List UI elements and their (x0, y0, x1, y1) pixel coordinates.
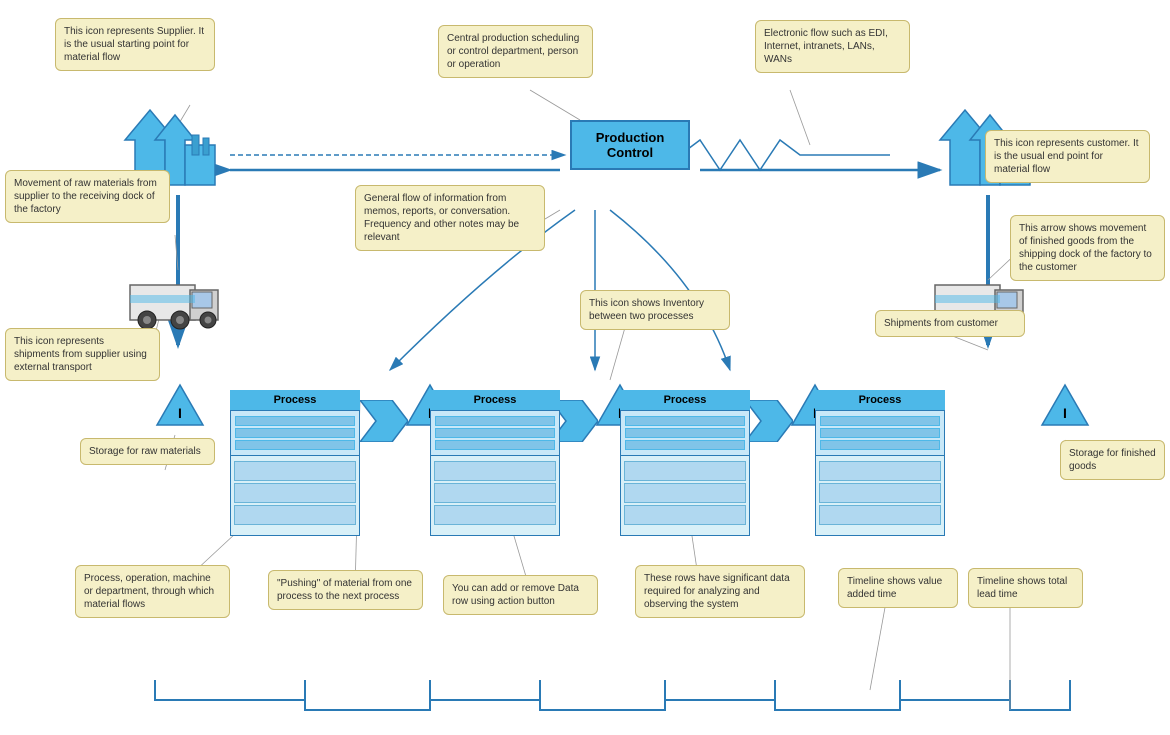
callout-shipments-customer: Shipments from customer (875, 310, 1025, 337)
callout-timeline-value: Timeline shows value added time (838, 568, 958, 608)
callout-raw-movement: Movement of raw materials from supplier … (5, 170, 170, 223)
inventory-triangle-4: I (1040, 380, 1090, 433)
callout-process-op: Process, operation, machine or departmen… (75, 565, 230, 618)
callout-data-significance: These rows have significant data require… (635, 565, 805, 618)
callout-inventory: This icon shows Inventory between two pr… (580, 290, 730, 330)
process-box-4: Process (815, 390, 945, 536)
process-label-2: Process (430, 390, 560, 411)
process-box-1: Process (230, 390, 360, 536)
process-box-3: Process (620, 390, 750, 536)
diagram-container: Production Control (0, 0, 1170, 735)
callout-supplier-transport: This icon represents shipments from supp… (5, 328, 160, 381)
production-control-box: Production Control (570, 120, 690, 170)
callout-finished-storage: Storage for finished goods (1060, 440, 1165, 480)
process-label-1: Process (230, 390, 360, 411)
callout-prod-control: Central production scheduling or control… (438, 25, 593, 78)
push-arrow-3 (745, 400, 793, 445)
process-label-4: Process (815, 390, 945, 411)
inventory-triangle-0: I (155, 380, 205, 433)
callout-timeline-lead: Timeline shows total lead time (968, 568, 1083, 608)
callout-finished-goods-arrow: This arrow shows movement of finished go… (1010, 215, 1165, 281)
callout-raw-storage: Storage for raw materials (80, 438, 215, 465)
callout-supplier: This icon represents Supplier. It is the… (55, 18, 215, 71)
callout-customer: This icon represents customer. It is the… (985, 130, 1150, 183)
svg-text:I: I (178, 405, 182, 421)
svg-text:I: I (1063, 405, 1067, 421)
process-label-3: Process (620, 390, 750, 411)
callout-data-row: You can add or remove Data row using act… (443, 575, 598, 615)
process-box-2: Process (430, 390, 560, 536)
callout-push: "Pushing" of material from one process t… (268, 570, 423, 610)
production-control-label: Production Control (596, 130, 665, 160)
callout-electronic-flow: Electronic flow such as EDI, Internet, i… (755, 20, 910, 73)
callout-info-flow: General flow of information from memos, … (355, 185, 545, 251)
push-arrow-1 (360, 400, 408, 445)
